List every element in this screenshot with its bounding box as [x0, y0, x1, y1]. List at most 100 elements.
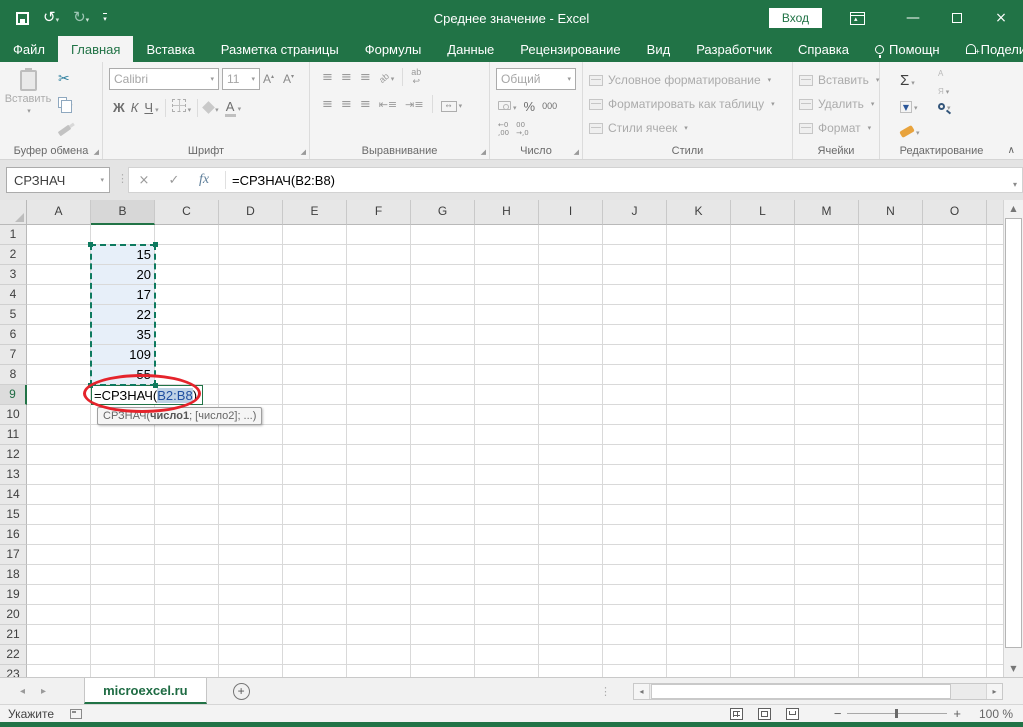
grow-font-button[interactable]: А▴ — [263, 72, 280, 86]
comma-style-button[interactable]: 000 — [542, 101, 557, 111]
row-header-9[interactable]: 9 — [0, 385, 27, 405]
name-box[interactable]: СРЗНАЧ ▾ — [6, 167, 110, 193]
cell-N21[interactable] — [859, 625, 923, 645]
cell-M20[interactable] — [795, 605, 859, 625]
conditional-formatting-button[interactable]: Условное форматирование ▾ — [589, 68, 788, 92]
cell-L11[interactable] — [731, 425, 795, 445]
cell-D18[interactable] — [219, 565, 283, 585]
cell-G6[interactable] — [411, 325, 475, 345]
decrease-decimal-icon[interactable]: 00→,0 — [516, 122, 529, 137]
sheet-tab-active[interactable]: microexcel.ru — [84, 678, 207, 704]
cell-F20[interactable] — [347, 605, 411, 625]
sign-in-button[interactable]: Вход — [769, 8, 822, 28]
maximize-button[interactable] — [935, 0, 979, 36]
cell-L14[interactable] — [731, 485, 795, 505]
cell-J6[interactable] — [603, 325, 667, 345]
cell-F22[interactable] — [347, 645, 411, 665]
cell-D23[interactable] — [219, 665, 283, 677]
cell-C5[interactable] — [155, 305, 219, 325]
cell-A2[interactable] — [27, 245, 91, 265]
cell-J7[interactable] — [603, 345, 667, 365]
row-header-8[interactable]: 8 — [0, 365, 27, 385]
cell-A12[interactable] — [27, 445, 91, 465]
cell-B21[interactable] — [91, 625, 155, 645]
cell-E5[interactable] — [283, 305, 347, 325]
align-right-icon[interactable]: ≡ — [360, 98, 371, 111]
cell-I19[interactable] — [539, 585, 603, 605]
insert-function-icon[interactable]: fx — [189, 172, 219, 188]
cell-C11[interactable] — [155, 425, 219, 445]
tab-insert[interactable]: Вставка — [133, 36, 207, 62]
cell-F19[interactable] — [347, 585, 411, 605]
cell-H21[interactable] — [475, 625, 539, 645]
format-painter-button[interactable] — [58, 120, 73, 138]
cell-I8[interactable] — [539, 365, 603, 385]
cell-A8[interactable] — [27, 365, 91, 385]
cell-H23[interactable] — [475, 665, 539, 677]
col-header-N[interactable]: N — [859, 200, 923, 225]
cell-H10[interactable] — [475, 405, 539, 425]
tab-page-layout[interactable]: Разметка страницы — [208, 36, 352, 62]
cell-K13[interactable] — [667, 465, 731, 485]
cell-C22[interactable] — [155, 645, 219, 665]
cell-O17[interactable] — [923, 545, 987, 565]
row-header-2[interactable]: 2 — [0, 245, 27, 265]
cell-H16[interactable] — [475, 525, 539, 545]
cell-O22[interactable] — [923, 645, 987, 665]
cell-G18[interactable] — [411, 565, 475, 585]
cell-J21[interactable] — [603, 625, 667, 645]
cell-N2[interactable] — [859, 245, 923, 265]
cell-E21[interactable] — [283, 625, 347, 645]
cell-G21[interactable] — [411, 625, 475, 645]
cell-J13[interactable] — [603, 465, 667, 485]
cell-D5[interactable] — [219, 305, 283, 325]
cell-F7[interactable] — [347, 345, 411, 365]
cell-H19[interactable] — [475, 585, 539, 605]
formula-input-area[interactable]: × ✓ fx =СРЗНАЧ(B2:B8) ▾ — [128, 167, 1023, 193]
cell-D4[interactable] — [219, 285, 283, 305]
tab-developer[interactable]: Разработчик — [683, 36, 785, 62]
align-top-icon[interactable]: ≡ — [322, 71, 333, 84]
vertical-scrollbar[interactable]: ▲ ▼ — [1003, 200, 1023, 677]
cell-M10[interactable] — [795, 405, 859, 425]
formula-bar-grip-icon[interactable]: ⋮ — [117, 172, 128, 185]
col-header-E[interactable]: E — [283, 200, 347, 225]
cell-O4[interactable] — [923, 285, 987, 305]
cell-O1[interactable] — [923, 225, 987, 245]
cell-O16[interactable] — [923, 525, 987, 545]
next-sheet-icon[interactable]: ▸ — [41, 686, 46, 697]
cell-F15[interactable] — [347, 505, 411, 525]
cell-G10[interactable] — [411, 405, 475, 425]
cell-O13[interactable] — [923, 465, 987, 485]
cell-M12[interactable] — [795, 445, 859, 465]
cell-B1[interactable] — [91, 225, 155, 245]
merge-center-button[interactable]: ↔▾ — [441, 95, 463, 113]
italic-button[interactable]: К — [131, 100, 139, 115]
cell-F21[interactable] — [347, 625, 411, 645]
close-button[interactable]: × — [979, 0, 1023, 36]
scroll-up-icon[interactable]: ▲ — [1004, 200, 1023, 217]
tab-help[interactable]: Справка — [785, 36, 862, 62]
align-left-icon[interactable]: ≡ — [322, 98, 333, 111]
cell-B6[interactable]: 35 — [91, 325, 155, 345]
cell-K21[interactable] — [667, 625, 731, 645]
cell-G8[interactable] — [411, 365, 475, 385]
cell-I5[interactable] — [539, 305, 603, 325]
zoom-out-icon[interactable]: − — [828, 706, 848, 721]
cell-L19[interactable] — [731, 585, 795, 605]
cell-B19[interactable] — [91, 585, 155, 605]
cell-H14[interactable] — [475, 485, 539, 505]
col-header-O[interactable]: O — [923, 200, 987, 225]
cell-B15[interactable] — [91, 505, 155, 525]
cell-I7[interactable] — [539, 345, 603, 365]
cell-L5[interactable] — [731, 305, 795, 325]
col-header-D[interactable]: D — [219, 200, 283, 225]
cell-E22[interactable] — [283, 645, 347, 665]
vertical-scroll-thumb[interactable] — [1005, 218, 1022, 648]
cell-D6[interactable] — [219, 325, 283, 345]
cell-C12[interactable] — [155, 445, 219, 465]
select-all-corner[interactable] — [0, 200, 27, 225]
cell-D22[interactable] — [219, 645, 283, 665]
cell-I20[interactable] — [539, 605, 603, 625]
format-as-table-button[interactable]: Форматировать как таблицу ▾ — [589, 92, 788, 116]
